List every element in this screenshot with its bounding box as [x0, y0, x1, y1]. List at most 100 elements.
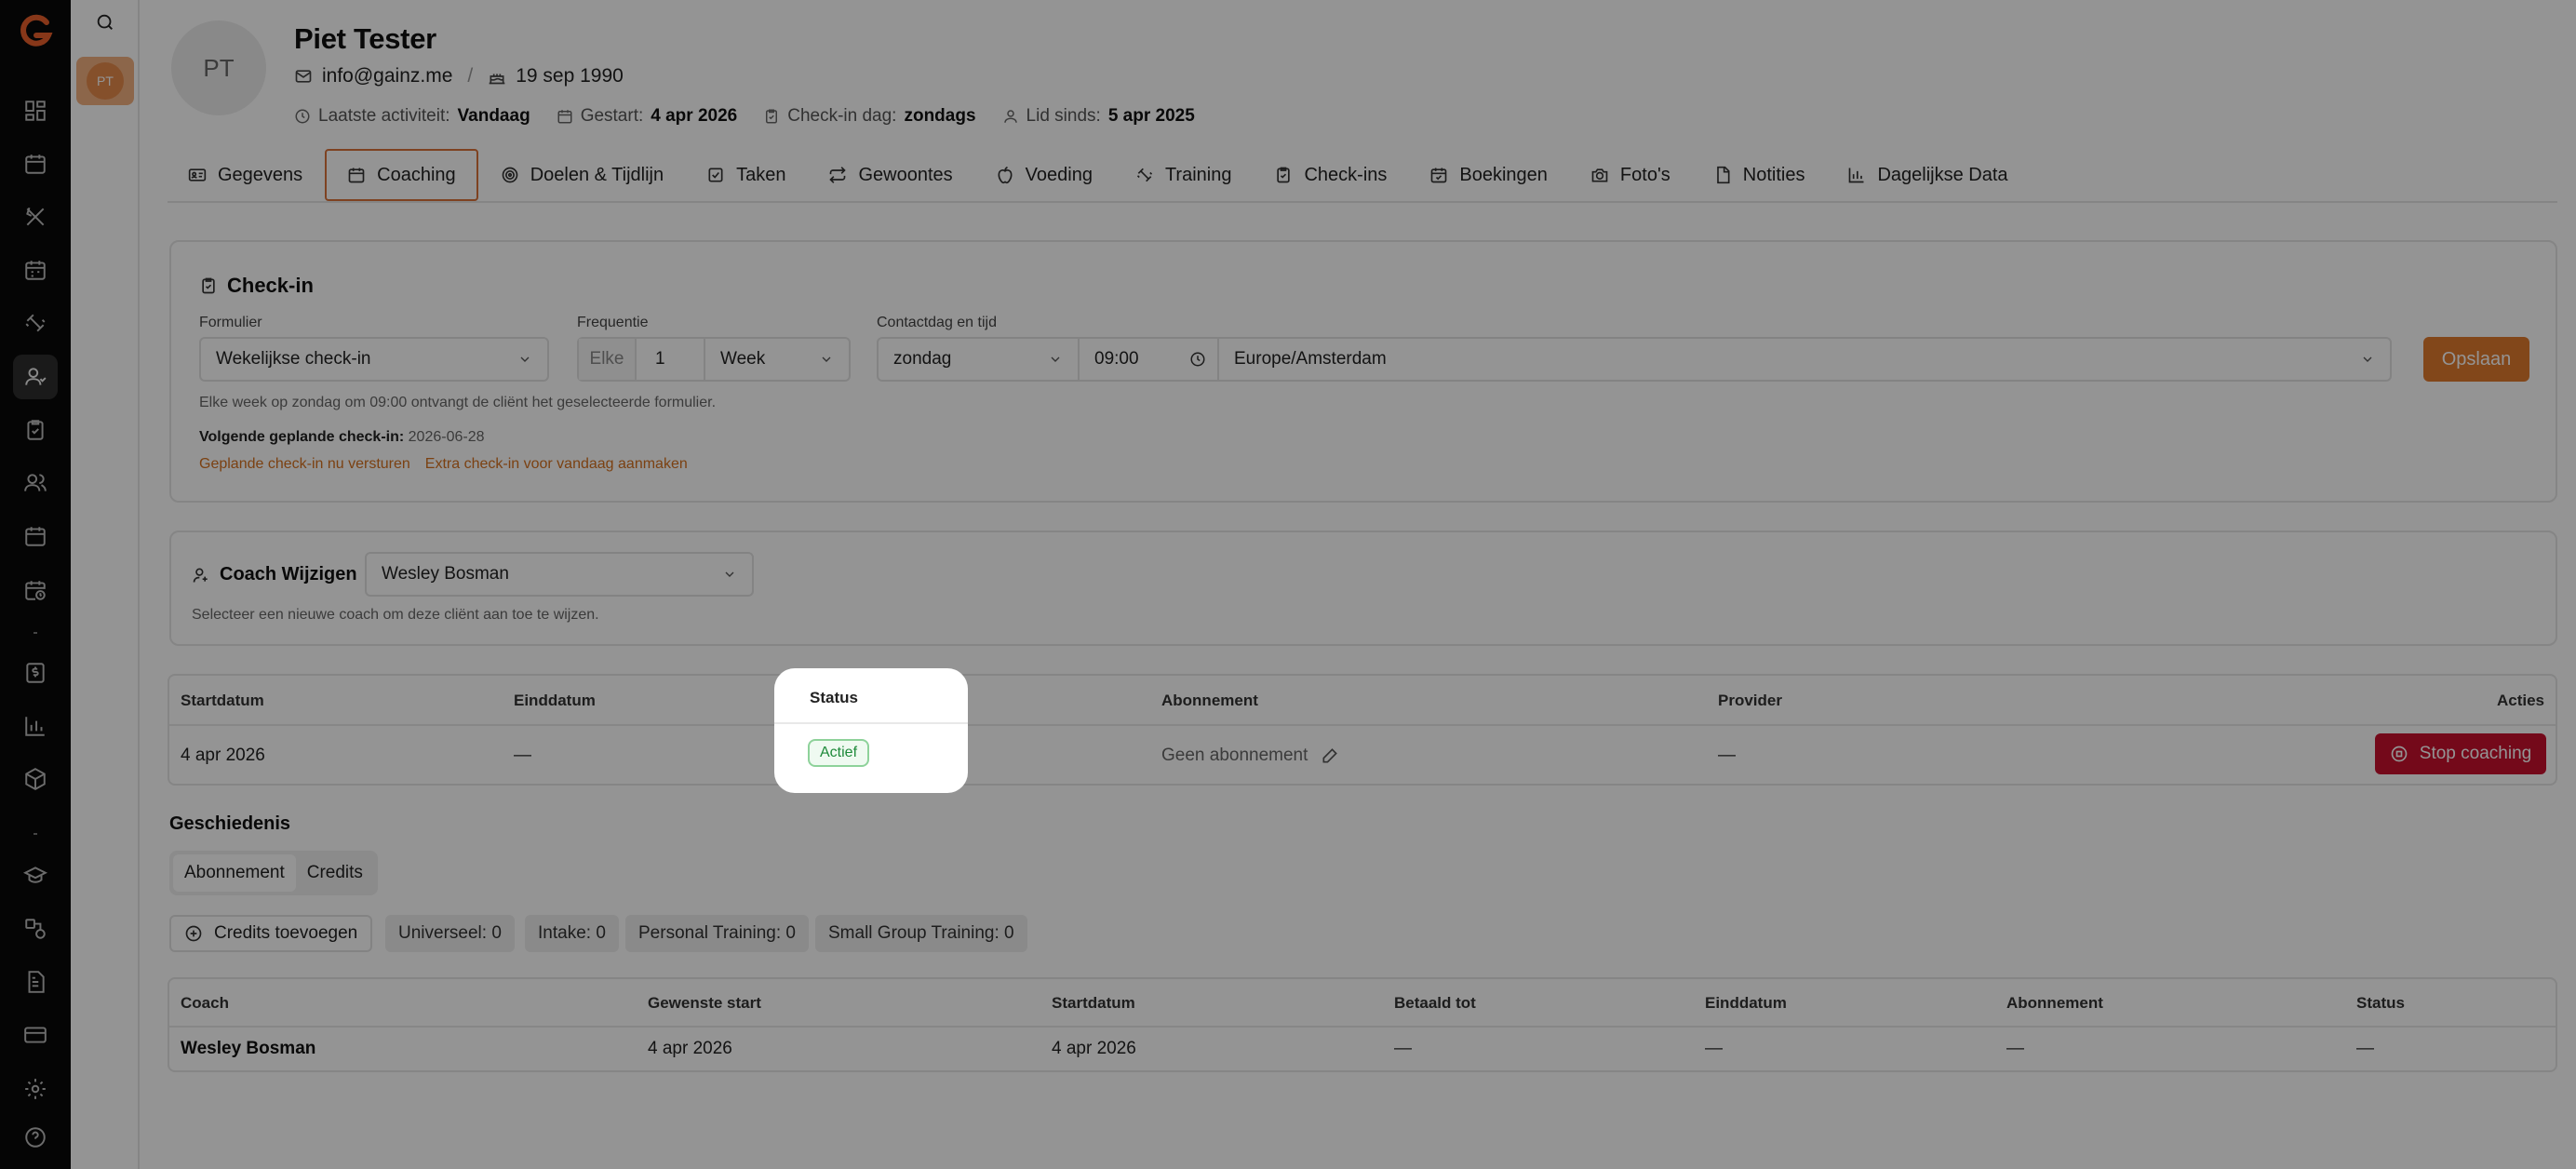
table-cell: — — [1705, 1039, 1723, 1058]
tab-boekingen[interactable]: Boekingen — [1409, 149, 1568, 201]
dollar-receipt-icon[interactable] — [13, 651, 58, 695]
contact-day-select[interactable]: zondag — [877, 337, 1080, 382]
subscription-cell: Geen abonnement — [1161, 746, 1339, 766]
coach-label: Coach Wijzigen — [220, 564, 357, 584]
chevron-down-icon — [2360, 352, 2375, 367]
settings-icon[interactable] — [13, 1067, 58, 1111]
column-header: Einddatum — [1705, 994, 1787, 1012]
tab-label: Taken — [736, 164, 786, 185]
frequency-unit-select[interactable]: Week — [705, 339, 849, 380]
tab-training[interactable]: Training — [1115, 149, 1253, 201]
form-select[interactable]: Wekelijkse check-in — [199, 337, 549, 382]
member-since-label: Lid sinds: — [1026, 106, 1101, 126]
user-cog-icon — [192, 566, 210, 584]
analytics-icon[interactable] — [13, 704, 58, 748]
column-header: Abonnement — [1161, 692, 1258, 709]
tab-doelen[interactable]: Doelen & Tijdlijn — [480, 149, 684, 201]
calendar-grid-icon[interactable] — [13, 514, 58, 558]
credit-pill: Personal Training: 0 — [625, 915, 809, 952]
repeat-icon — [828, 166, 847, 184]
tab-voeding[interactable]: Voeding — [975, 149, 1113, 201]
help-icon[interactable] — [13, 1115, 58, 1160]
bar-chart-icon — [1847, 166, 1866, 184]
calendar-clock-icon[interactable] — [13, 568, 58, 612]
tab-coaching[interactable]: Coaching — [325, 149, 478, 201]
table-divider — [774, 722, 968, 724]
gainz-logo[interactable] — [13, 9, 58, 54]
shapes-icon[interactable] — [13, 907, 58, 951]
timezone-select[interactable]: Europe/Amsterdam — [1217, 337, 2392, 382]
timezone-value: Europe/Amsterdam — [1234, 349, 1387, 369]
tab-dagelijkse-data[interactable]: Dagelijkse Data — [1827, 149, 2028, 201]
column-header: Einddatum — [514, 692, 596, 709]
document-icon[interactable] — [13, 960, 58, 1004]
tab-label: Doelen & Tijdlijn — [530, 164, 664, 185]
client-tabs: Gegevens Coaching Doelen & Tijdlijn Take… — [168, 149, 2557, 203]
history-title: Geschiedenis — [169, 813, 291, 834]
column-header: Gewenste start — [648, 994, 761, 1012]
clients-icon[interactable] — [13, 355, 58, 399]
utensils-icon[interactable] — [13, 195, 58, 239]
checkin-help-text: Elke week op zondag om 09:00 ontvangt de… — [199, 395, 717, 410]
apple-icon — [996, 166, 1014, 184]
contact-time-input[interactable]: 09:00 — [1078, 337, 1219, 382]
last-activity-value: Vandaag — [457, 106, 530, 126]
stop-circle-icon — [2390, 745, 2408, 763]
next-checkin-value: 2026-06-28 — [408, 429, 485, 445]
tab-check-ins[interactable]: Check-ins — [1254, 149, 1407, 201]
checkin-links: Geplande check-in nu versturen Extra che… — [199, 456, 688, 473]
graduation-cap-icon[interactable] — [13, 853, 58, 898]
coach-card: Coach Wijzigen Wesley Bosman Selecteer e… — [169, 531, 2557, 646]
checkin-title: Check-in — [227, 274, 314, 297]
tab-gegevens[interactable]: Gegevens — [168, 149, 323, 201]
extra-checkin-link[interactable]: Extra check-in voor vandaag aanmaken — [425, 456, 688, 473]
client-contact-row: info@gainz.me / 19 sep 1990 — [294, 65, 624, 87]
rail-user-item[interactable]: PT — [76, 57, 134, 105]
frequency-unit-value: Week — [720, 349, 766, 369]
started-label: Gestart: — [580, 106, 644, 126]
status-badge: Actief — [808, 739, 870, 767]
users-icon[interactable] — [13, 461, 58, 505]
calendar-icon[interactable] — [13, 141, 58, 186]
send-checkin-link[interactable]: Geplande check-in nu versturen — [199, 456, 410, 473]
target-icon — [501, 166, 519, 184]
tab-notities[interactable]: Notities — [1693, 149, 1826, 201]
clipboard-check-icon — [763, 108, 780, 125]
clipboard-check-icon[interactable] — [13, 408, 58, 452]
next-checkin: Volgende geplande check-in: 2026-06-28 — [199, 429, 484, 446]
table-cell: — — [1394, 1039, 1412, 1058]
frequency-number-input[interactable]: 1 — [637, 339, 705, 380]
frequency-label: Frequentie — [577, 315, 649, 330]
save-button[interactable]: Opslaan — [2423, 337, 2529, 382]
credit-card-icon[interactable] — [13, 1013, 58, 1057]
dumbbell-icon[interactable] — [13, 301, 58, 345]
calendar-check-icon — [1429, 166, 1448, 184]
sidebar-divider — [34, 632, 37, 634]
checkbox-icon — [706, 166, 725, 184]
frequency-group: Elke 1 Week — [577, 337, 851, 382]
tab-label: Boekingen — [1459, 164, 1548, 185]
tab-taken[interactable]: Taken — [686, 149, 806, 201]
tab-fotos[interactable]: Foto's — [1570, 149, 1691, 201]
search-icon[interactable] — [92, 9, 118, 35]
edit-icon[interactable] — [1321, 746, 1339, 765]
checkin-day-value: zondags — [904, 106, 976, 126]
provider: — — [1718, 746, 1736, 765]
table-cell: 4 apr 2026 — [1052, 1039, 1136, 1058]
client-email[interactable]: info@gainz.me — [322, 65, 452, 87]
coach-select[interactable]: Wesley Bosman — [365, 552, 754, 597]
coach-help-text: Selecteer een nieuwe coach om deze cliën… — [192, 607, 599, 623]
column-header: Betaald tot — [1394, 994, 1476, 1012]
calendar-days-icon[interactable] — [13, 248, 58, 292]
tab-credits[interactable]: Credits — [296, 854, 374, 892]
camera-icon — [1590, 166, 1609, 184]
add-credits-button[interactable]: Credits toevoegen — [169, 915, 373, 952]
chevron-down-icon — [819, 352, 834, 367]
clock-icon — [294, 108, 311, 125]
package-icon[interactable] — [13, 757, 58, 801]
tab-abonnement[interactable]: Abonnement — [173, 854, 296, 892]
stop-coaching-button[interactable]: Stop coaching — [2375, 733, 2546, 774]
dashboard-icon[interactable] — [13, 88, 58, 133]
tab-gewoontes[interactable]: Gewoontes — [808, 149, 973, 201]
member-since: Lid sinds: 5 apr 2025 — [1002, 106, 1195, 127]
